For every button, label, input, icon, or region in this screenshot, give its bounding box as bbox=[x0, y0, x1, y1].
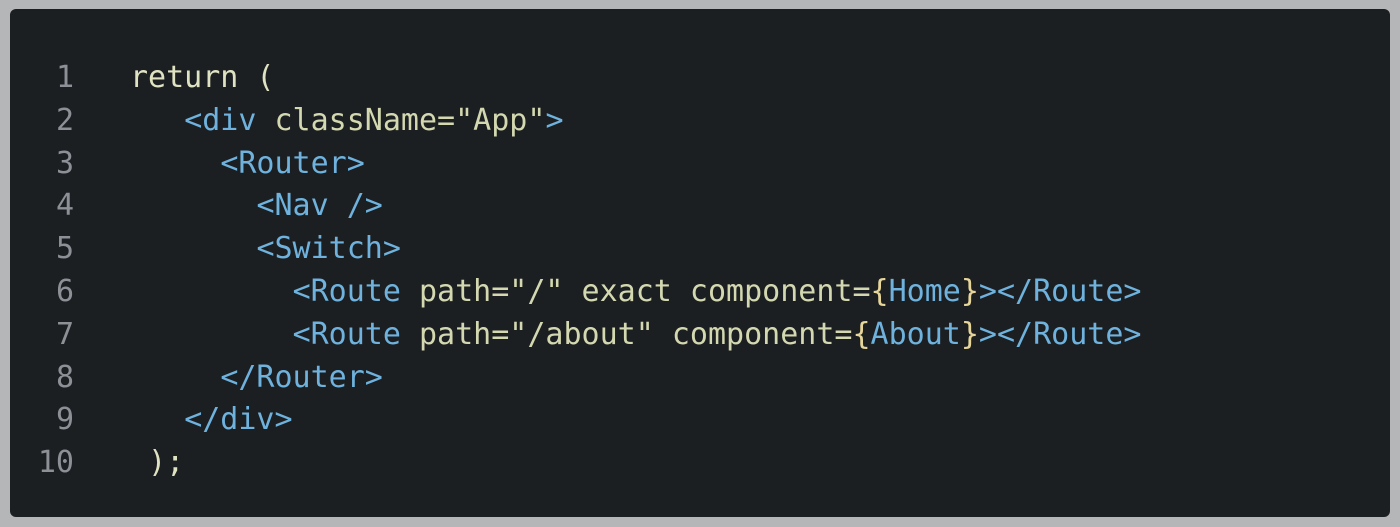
code-line: 1 return ( bbox=[10, 57, 1390, 100]
line-content: <div className="App"> bbox=[130, 100, 564, 143]
code-token-tag: ></Route> bbox=[978, 316, 1142, 352]
line-number: 7 bbox=[55, 316, 74, 352]
line-number: 6 bbox=[55, 273, 74, 309]
code-token-attr: path="/about" component= bbox=[419, 316, 853, 352]
code-token-tag: <Router> bbox=[220, 145, 365, 181]
code-snippet-window: 1 return (2 <div className="App"> 3 <Route… bbox=[10, 9, 1390, 517]
line-content: <Switch> bbox=[130, 228, 401, 271]
code-token-brace: } bbox=[960, 316, 979, 352]
code-token-tag: <Nav /> bbox=[256, 188, 383, 224]
code-token-tag: > bbox=[545, 102, 564, 138]
code-token-tag: <div bbox=[184, 102, 275, 138]
code-token-tag: ></Route> bbox=[978, 273, 1142, 309]
line-number: 1 bbox=[55, 60, 74, 95]
line-content: <Route path="/" exact component={Home}><… bbox=[130, 271, 1142, 314]
code-line: 7 <Route path="/about" component={About}… bbox=[10, 314, 1390, 357]
code-token-comp: Home bbox=[888, 273, 961, 309]
line-number: 2 bbox=[55, 102, 74, 138]
code-token-comp: About bbox=[870, 316, 961, 352]
code-line: 10 ); bbox=[10, 442, 1390, 485]
code-line: 2 <div className="App"> bbox=[10, 100, 1390, 143]
line-content: return ( bbox=[130, 57, 275, 100]
code-token-plain: return ( bbox=[130, 60, 275, 95]
code-token-attr: path="/" exact component= bbox=[419, 273, 871, 309]
line-number: 4 bbox=[55, 188, 74, 224]
line-content: <Router> bbox=[130, 143, 365, 186]
code-line: 9 </div> bbox=[10, 399, 1390, 442]
line-content: </Router> bbox=[130, 357, 383, 400]
code-line: 5 <Switch> bbox=[10, 228, 1390, 271]
code-line: 4 <Nav /> bbox=[10, 185, 1390, 228]
code-line: 3 <Router> bbox=[10, 143, 1390, 186]
code-token-brace: { bbox=[852, 316, 871, 352]
line-number: 8 bbox=[55, 359, 74, 395]
code-block: 1 return (2 <div className="App"> 3 <Route… bbox=[10, 57, 1390, 485]
code-token-tag: </Router> bbox=[220, 359, 383, 395]
code-token-plain: ); bbox=[148, 445, 185, 481]
code-line: 6 <Route path="/" exact component={Home}… bbox=[10, 271, 1390, 314]
line-number: 10 bbox=[37, 445, 74, 481]
code-token-tag: </div> bbox=[184, 402, 293, 438]
code-line: 8 </Router> bbox=[10, 357, 1390, 400]
code-token-tag: <Switch> bbox=[256, 231, 401, 267]
code-token-brace: } bbox=[960, 273, 979, 309]
line-number: 9 bbox=[55, 402, 74, 438]
line-content: </div> bbox=[130, 399, 293, 442]
code-token-tag: <Route bbox=[292, 273, 419, 309]
line-content: <Nav /> bbox=[130, 185, 383, 228]
code-token-tag: <Route bbox=[292, 316, 419, 352]
line-number: 5 bbox=[55, 231, 74, 267]
code-token-attr: className="App" bbox=[274, 102, 546, 138]
line-content: <Route path="/about" component={About}><… bbox=[130, 314, 1142, 357]
code-token-brace: { bbox=[870, 273, 889, 309]
line-number: 3 bbox=[55, 145, 74, 181]
line-content: ); bbox=[130, 442, 184, 485]
